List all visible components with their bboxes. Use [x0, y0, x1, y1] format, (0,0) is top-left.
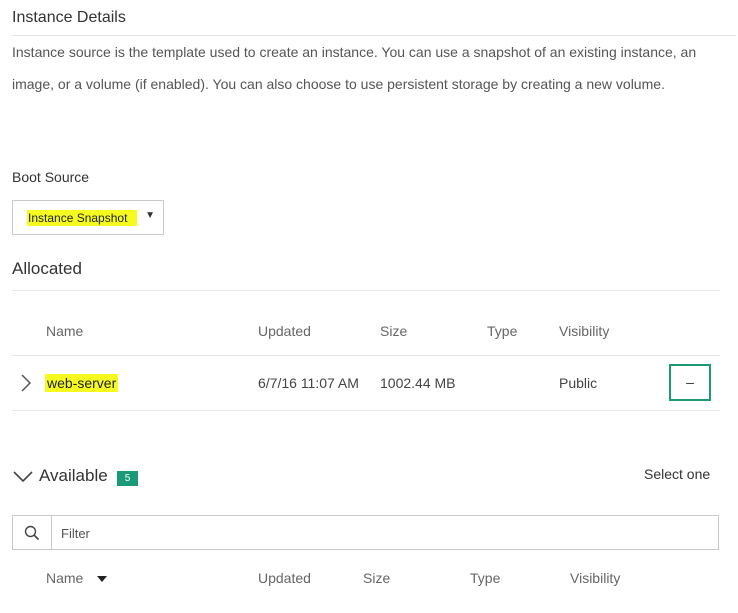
available-col-size[interactable]: Size — [363, 570, 390, 586]
row-divider — [12, 410, 720, 411]
chevron-down-icon[interactable] — [12, 470, 34, 489]
allocated-col-name[interactable]: Name — [46, 323, 83, 339]
allocated-title: Allocated — [12, 259, 82, 278]
select-one-hint: Select one — [644, 466, 711, 482]
available-col-name[interactable]: Name — [46, 570, 83, 586]
allocated-col-type[interactable]: Type — [487, 323, 517, 339]
boot-source-label: Boot Source — [12, 169, 90, 185]
available-col-type[interactable]: Type — [470, 570, 500, 586]
allocated-col-visibility[interactable]: Visibility — [559, 323, 609, 339]
section-title: Instance Details — [12, 9, 126, 26]
allocated-col-size[interactable]: Size — [380, 323, 407, 339]
section-description: Instance source is the template used to … — [12, 44, 697, 92]
available-title[interactable]: Available — [39, 466, 108, 486]
deallocate-button[interactable]: – — [669, 364, 711, 401]
boot-source-select[interactable]: Instance Snapshot ▼ — [12, 200, 164, 235]
allocated-row-name[interactable]: web-server — [45, 374, 119, 392]
available-count-badge: 5 — [117, 471, 138, 486]
available-col-visibility[interactable]: Visibility — [570, 570, 620, 586]
allocated-col-updated[interactable]: Updated — [258, 323, 311, 339]
filter-input[interactable] — [61, 522, 701, 544]
row-divider — [12, 355, 720, 356]
sort-down-icon[interactable] — [97, 576, 107, 582]
search-icon — [24, 525, 40, 546]
filter-divider — [51, 516, 52, 549]
allocated-row-updated: 6/7/16 11:07 AM — [258, 375, 359, 391]
allocated-row-size: 1002.44 MB — [380, 375, 456, 391]
available-col-updated[interactable]: Updated — [258, 570, 311, 586]
allocated-row-visibility: Public — [559, 375, 598, 391]
boot-source-selected-value: Instance Snapshot — [27, 210, 137, 226]
filter-box — [12, 515, 719, 550]
chevron-right-icon[interactable] — [20, 373, 32, 398]
caret-down-icon: ▼ — [145, 210, 155, 221]
allocated-divider — [12, 290, 720, 291]
